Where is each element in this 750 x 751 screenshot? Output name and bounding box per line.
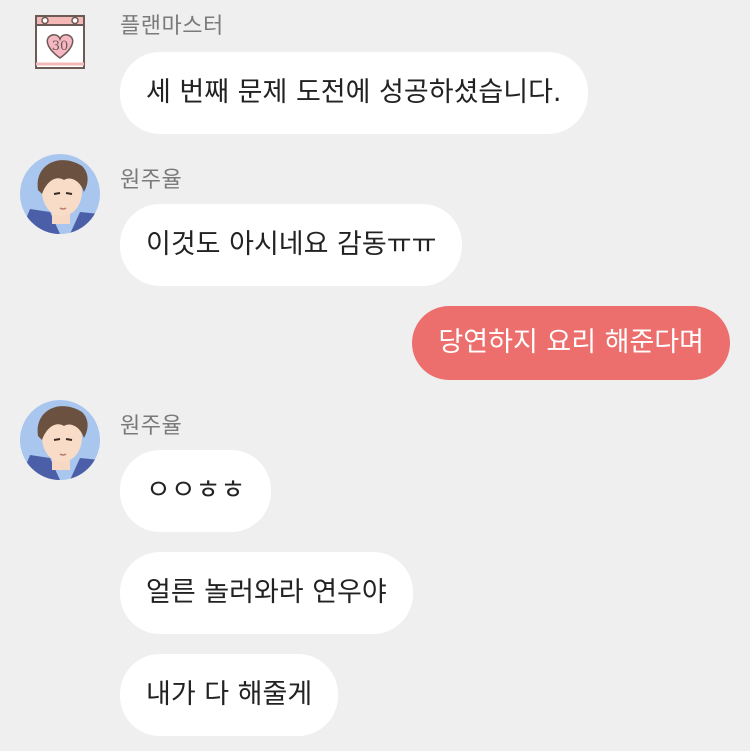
outgoing-message-bubble: 당연하지 요리 해준다며 <box>412 306 730 380</box>
avatar[interactable] <box>20 154 100 234</box>
message-bubble: 얼른 놀러와라 연우야 <box>120 552 413 634</box>
calendar-heart-icon[interactable]: 30 <box>32 12 88 70</box>
calendar-number: 30 <box>52 39 69 54</box>
message-bubble: 내가 다 해줄게 <box>120 654 339 736</box>
sender-name: 원주율 <box>120 168 183 193</box>
sender-name: 원주율 <box>120 414 183 439</box>
message-bubble: 세 번째 문제 도전에 성공하셨습니다. <box>120 52 588 134</box>
sender-name: 플랜마스터 <box>120 14 224 39</box>
message-bubble: 이것도 아시네요 감동ㅠㅠ <box>120 204 463 286</box>
message-bubble: ㅇㅇㅎㅎ <box>120 450 272 532</box>
avatar[interactable] <box>20 400 100 480</box>
